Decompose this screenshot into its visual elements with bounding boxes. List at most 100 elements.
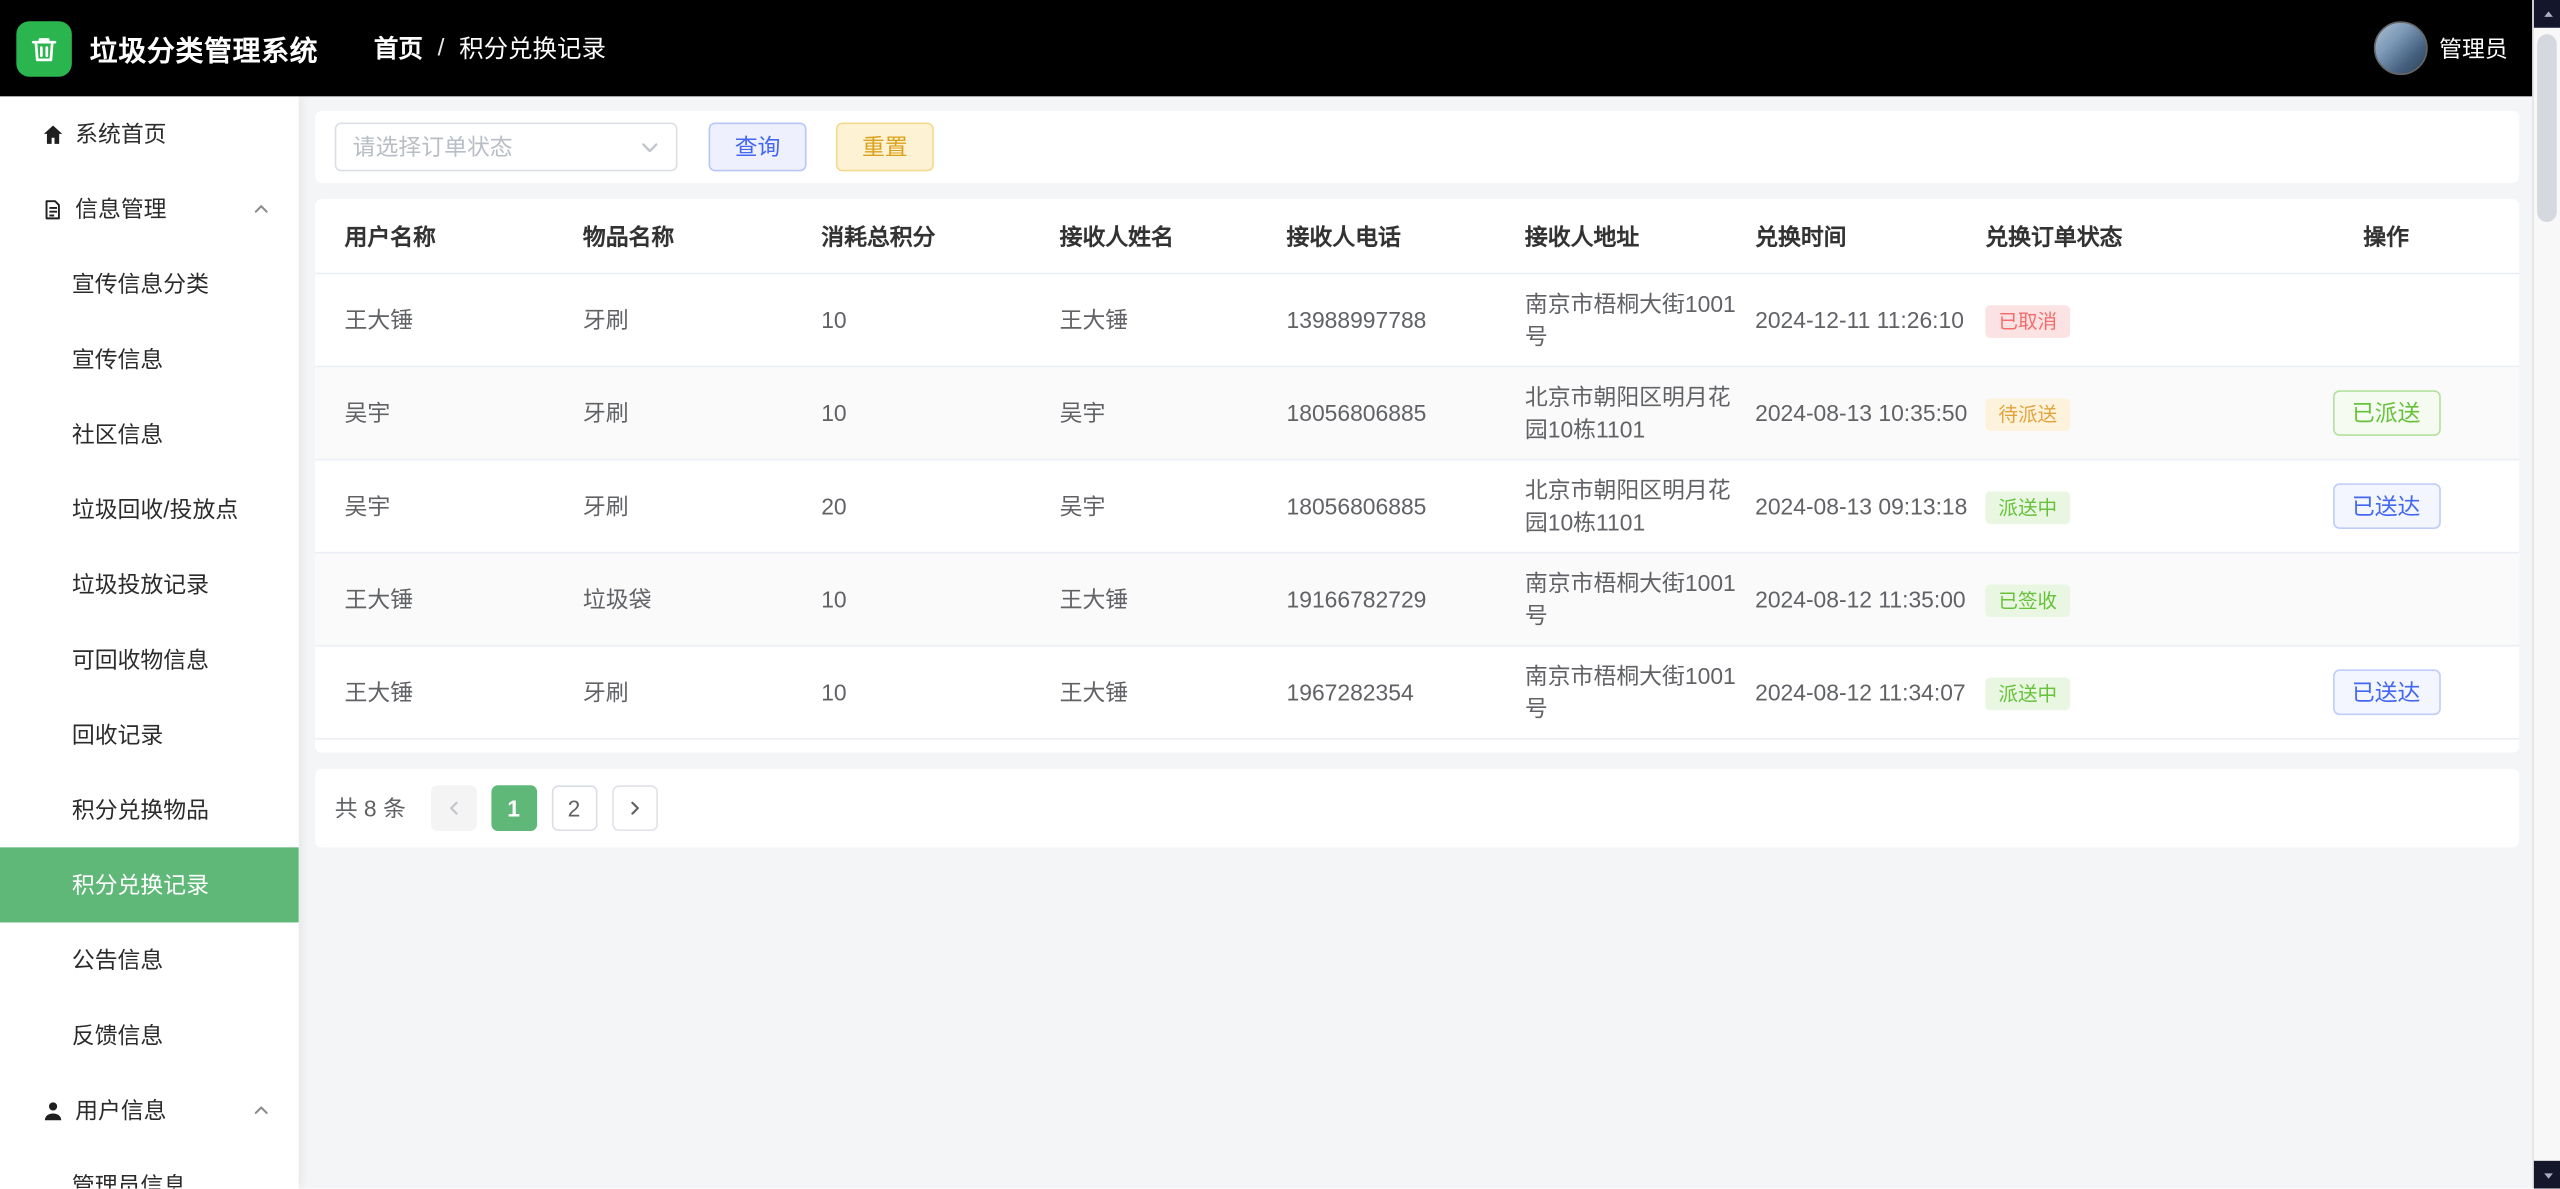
sidebar-item-label: 社区信息 bbox=[72, 418, 163, 451]
cell-text: 牙刷 bbox=[583, 400, 629, 426]
cell-text: 1967282354 bbox=[1287, 679, 1414, 705]
cell-text: 吴宇 bbox=[1060, 400, 1106, 426]
sidebar-item-label: 积分兑换记录 bbox=[72, 869, 209, 902]
sidebar-item[interactable]: 宣传信息分类 bbox=[0, 247, 299, 322]
cell-user: 吴宇 bbox=[344, 397, 582, 430]
user-area: 管理员 bbox=[2374, 0, 2508, 96]
chevron-right-icon bbox=[626, 800, 642, 816]
sidebar-item-label: 管理员信息 bbox=[72, 1169, 186, 1189]
document-icon bbox=[39, 196, 65, 222]
scrollbar-thumb[interactable] bbox=[2537, 34, 2557, 222]
cell-receiver: 王大锤 bbox=[1060, 304, 1287, 337]
mark-delivered-button[interactable]: 已送达 bbox=[2332, 669, 2440, 715]
cell-text: 2024-12-11 11:26:10 bbox=[1755, 307, 1964, 333]
next-page-button[interactable] bbox=[612, 785, 658, 831]
chevron-down-icon bbox=[640, 137, 660, 157]
reset-button[interactable]: 重置 bbox=[836, 122, 934, 171]
cell-receiver: 吴宇 bbox=[1060, 397, 1287, 430]
query-button[interactable]: 查询 bbox=[709, 122, 807, 171]
sidebar-item[interactable]: 可回收物信息 bbox=[0, 622, 299, 697]
cell-phone: 13988997788 bbox=[1287, 304, 1525, 337]
cell-status: 已取消 bbox=[1985, 303, 2282, 337]
user-icon bbox=[39, 1097, 65, 1123]
scroll-down-arrow-icon[interactable] bbox=[2534, 1161, 2560, 1189]
table-body: 王大锤牙刷10王大锤13988997788南京市梧桐大街1001号2024-12… bbox=[315, 274, 2519, 739]
cell-status: 派送中 bbox=[1985, 675, 2282, 709]
cell-text: 13988997788 bbox=[1287, 307, 1427, 333]
status-badge: 派送中 bbox=[1985, 677, 2070, 710]
cell-status: 派送中 bbox=[1985, 489, 2282, 523]
column-header: 接收人地址 bbox=[1525, 220, 1755, 253]
trash-recycle-icon bbox=[28, 32, 61, 65]
sidebar-item[interactable]: 回收记录 bbox=[0, 697, 299, 772]
cell-text: 王大锤 bbox=[344, 307, 413, 333]
cell-time: 2024-12-11 11:26:10 bbox=[1755, 304, 1985, 337]
sidebar-item-label: 系统首页 bbox=[75, 118, 166, 151]
table-header-row: 用户名称物品名称消耗总积分接收人姓名接收人电话接收人地址兑换时间兑换订单状态操作 bbox=[315, 199, 2519, 274]
cell-receiver: 王大锤 bbox=[1060, 676, 1287, 709]
cell-action: 已送达 bbox=[2282, 483, 2489, 529]
sidebar-item[interactable]: 积分兑换物品 bbox=[0, 772, 299, 847]
cell-user: 吴宇 bbox=[344, 490, 582, 523]
cell-status: 待派送 bbox=[1985, 396, 2282, 430]
cell-item: 牙刷 bbox=[583, 490, 821, 523]
vertical-scrollbar[interactable] bbox=[2532, 0, 2560, 1189]
sidebar-item-active[interactable]: 积分兑换记录 bbox=[0, 847, 299, 922]
cell-status: 已签收 bbox=[1985, 582, 2282, 616]
table-row: 王大锤牙刷10王大锤1967282354南京市梧桐大街1001号2024-08-… bbox=[315, 647, 2519, 740]
prev-page-button[interactable] bbox=[430, 785, 476, 831]
cell-text: 18056806885 bbox=[1287, 400, 1427, 426]
select-placeholder: 请选择订单状态 bbox=[353, 131, 513, 164]
breadcrumb-home-link[interactable]: 首页 bbox=[374, 31, 423, 65]
cell-address: 北京市朝阳区明月花园10栋1101 bbox=[1525, 380, 1755, 445]
cell-text: 19166782729 bbox=[1287, 586, 1427, 612]
cell-time: 2024-08-12 11:35:00 bbox=[1755, 583, 1985, 616]
cell-text: 吴宇 bbox=[344, 400, 390, 426]
cell-points: 20 bbox=[821, 490, 1059, 523]
cell-user: 王大锤 bbox=[344, 304, 582, 337]
sidebar-item-label: 积分兑换物品 bbox=[72, 793, 209, 826]
app-logo bbox=[16, 20, 72, 76]
chevron-up-icon bbox=[253, 201, 269, 217]
cell-text: 王大锤 bbox=[344, 586, 413, 612]
column-header: 兑换时间 bbox=[1755, 220, 1985, 253]
sidebar-item[interactable]: 公告信息 bbox=[0, 922, 299, 997]
cell-address: 南京市梧桐大街1001号 bbox=[1525, 567, 1755, 632]
column-header: 消耗总积分 bbox=[821, 220, 1059, 253]
sidebar-item[interactable]: 系统首页 bbox=[0, 96, 299, 171]
sidebar-item[interactable]: 垃圾回收/投放点 bbox=[0, 472, 299, 547]
sidebar-item[interactable]: 管理员信息 bbox=[0, 1148, 299, 1189]
cell-text: 2024-08-12 11:34:07 bbox=[1755, 679, 1966, 705]
cell-points: 10 bbox=[821, 676, 1059, 709]
sidebar-item[interactable]: 社区信息 bbox=[0, 397, 299, 472]
pagination: 共 8 条 12 bbox=[315, 769, 2519, 847]
cell-text: 2024-08-13 09:13:18 bbox=[1755, 493, 1967, 519]
sidebar-item-label: 可回收物信息 bbox=[72, 643, 209, 676]
scroll-up-arrow-icon[interactable] bbox=[2534, 0, 2560, 28]
page-1-button[interactable]: 1 bbox=[491, 785, 537, 831]
chevron-left-icon bbox=[445, 800, 461, 816]
cell-action: 已送达 bbox=[2282, 669, 2489, 715]
sidebar-item[interactable]: 用户信息 bbox=[0, 1073, 299, 1148]
cell-phone: 19166782729 bbox=[1287, 583, 1525, 616]
mark-dispatched-button[interactable]: 已派送 bbox=[2332, 390, 2440, 436]
column-header: 兑换订单状态 bbox=[1985, 220, 2282, 253]
sidebar-item[interactable]: 宣传信息 bbox=[0, 322, 299, 397]
main-content: 请选择订单状态 查询 重置 用户名称物品名称消耗总积分接收人姓名接收人电话接收人… bbox=[299, 96, 2532, 1188]
breadcrumb-current: 积分兑换记录 bbox=[459, 31, 606, 65]
cell-item: 牙刷 bbox=[583, 397, 821, 430]
cell-time: 2024-08-13 09:13:18 bbox=[1755, 490, 1985, 523]
cell-text: 吴宇 bbox=[1060, 493, 1106, 519]
status-badge: 派送中 bbox=[1985, 491, 2070, 524]
cell-user: 王大锤 bbox=[344, 676, 582, 709]
sidebar-item[interactable]: 反馈信息 bbox=[0, 998, 299, 1073]
mark-delivered-button[interactable]: 已送达 bbox=[2332, 483, 2440, 529]
sidebar-item[interactable]: 垃圾投放记录 bbox=[0, 547, 299, 622]
cell-text: 18056806885 bbox=[1287, 493, 1427, 519]
cell-text: 10 bbox=[821, 586, 846, 612]
page-2-button[interactable]: 2 bbox=[551, 785, 597, 831]
order-status-select[interactable]: 请选择订单状态 bbox=[335, 122, 678, 171]
cell-text: 10 bbox=[821, 307, 846, 333]
sidebar-item[interactable]: 信息管理 bbox=[0, 171, 299, 246]
avatar[interactable] bbox=[2374, 21, 2428, 75]
